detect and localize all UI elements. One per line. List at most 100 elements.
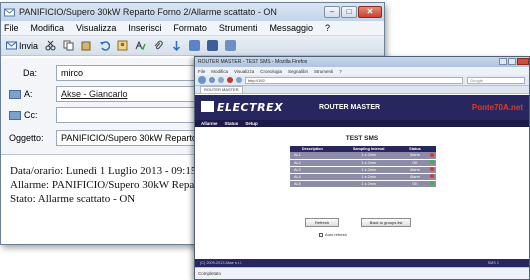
browser-menu-segnalibri[interactable]: Segnalibri: [288, 69, 308, 74]
to-button[interactable]: A:: [9, 89, 33, 99]
row-description: AL5: [290, 180, 335, 188]
undo-button[interactable]: [97, 38, 112, 54]
row-interval: 1 s 2min: [334, 166, 403, 174]
send-button[interactable]: Invia: [4, 38, 40, 54]
browser-close-button[interactable]: [517, 57, 529, 65]
paste-button[interactable]: [79, 38, 94, 54]
encrypt-button[interactable]: [205, 38, 220, 54]
minimize-button[interactable]: –: [324, 6, 340, 18]
forward-icon[interactable]: [209, 77, 215, 83]
stop-icon[interactable]: [227, 77, 233, 83]
sms-table: Description Sampling Interval Status AL1…: [290, 146, 436, 188]
attach-button[interactable]: [151, 38, 166, 54]
email-window-controls: – □ ✕: [323, 6, 382, 18]
browser-menu-visualizza[interactable]: Visualizza: [234, 69, 254, 74]
menu-strumenti[interactable]: Strumenti: [219, 23, 258, 33]
from-field[interactable]: mirco: [56, 65, 196, 81]
site-header-title: ROUTER MASTER: [319, 104, 381, 111]
auto-refresh-checkbox[interactable]: Auto refresh: [319, 232, 347, 237]
back-to-groups-button[interactable]: Back to groups list: [361, 218, 411, 227]
check-names-button[interactable]: [115, 38, 130, 54]
email-app-icon: [4, 8, 15, 16]
cut-button[interactable]: [43, 38, 58, 54]
browser-menu-help[interactable]: ?: [339, 69, 342, 74]
nav-status[interactable]: Status: [225, 121, 239, 126]
nav-allarme[interactable]: Allarme: [201, 121, 218, 126]
site-nav: Allarme Status Setup: [195, 120, 529, 127]
nav-setup[interactable]: Setup: [245, 121, 258, 126]
cc-button[interactable]: Cc:: [9, 110, 38, 120]
browser-nav-bar: http://192. Google: [195, 75, 529, 86]
sign-button[interactable]: [187, 38, 202, 54]
copy-button[interactable]: [61, 38, 76, 54]
priority-button[interactable]: [169, 38, 184, 54]
site-footer: (C) 2009-2013 Akse s.r.l. SMS 1: [195, 259, 529, 267]
footer-copyright: (C) 2009-2013 Akse s.r.l.: [200, 261, 242, 265]
row-indicator: [427, 180, 436, 188]
row-description: AL3: [290, 166, 335, 174]
menu-modifica[interactable]: Modifica: [31, 23, 65, 33]
email-menu-bar: File Modifica Visualizza Inserisci Forma…: [1, 21, 384, 36]
browser-window-controls: [498, 57, 529, 67]
row-description: AL1: [290, 152, 335, 160]
row-interval: 1 s 2min: [334, 152, 403, 160]
row-interval: 1 s 2min: [334, 180, 403, 188]
status-dot-icon: [429, 160, 434, 164]
status-dot-icon: [429, 167, 434, 171]
subject-label: Oggetto:: [9, 133, 44, 143]
address-book-icon: [9, 89, 21, 99]
refresh-button[interactable]: Refresh: [305, 218, 339, 227]
home-icon[interactable]: [236, 77, 242, 83]
back-icon[interactable]: [198, 76, 206, 84]
undo-icon: [100, 41, 111, 51]
menu-inserisci[interactable]: Inserisci: [128, 23, 161, 33]
browser-minimize-button[interactable]: [499, 57, 507, 65]
browser-window-title: ROUTER MASTER - TEST SMS - Mozilla Firef…: [198, 59, 308, 65]
offline-button[interactable]: [223, 38, 238, 54]
row-status: Alarm: [402, 173, 428, 181]
spellcheck-icon: [135, 40, 146, 51]
spelling-button[interactable]: [133, 38, 148, 54]
status-dot-icon: [429, 181, 434, 185]
browser-maximize-button[interactable]: [508, 57, 516, 65]
address-book-icon: [9, 110, 21, 120]
browser-tab[interactable]: ROUTER MASTER: [200, 86, 243, 93]
desktop: PANIFICIO/Supero 30kW Reparto Forno 2/Al…: [0, 0, 530, 280]
table-row: AL2 1 s 2min OK: [290, 159, 436, 167]
row-status: Alarm: [402, 166, 428, 174]
search-box[interactable]: Google: [467, 76, 525, 84]
page-title: TEST SMS: [345, 135, 379, 142]
browser-status-bar: Completato: [195, 267, 529, 279]
address-bar[interactable]: http://192.: [245, 76, 463, 84]
menu-help[interactable]: ?: [325, 23, 330, 33]
menu-visualizza[interactable]: Visualizza: [76, 23, 116, 33]
menu-file[interactable]: File: [4, 23, 19, 33]
row-indicator: [427, 159, 436, 167]
paperclip-icon: [154, 40, 163, 50]
browser-menu-file[interactable]: File: [198, 69, 205, 74]
browser-menu-modifica[interactable]: Modifica: [211, 69, 228, 74]
row-status: OK: [402, 180, 428, 188]
logo-mark-icon: [201, 101, 214, 112]
row-indicator: [427, 152, 436, 160]
certificate-icon: [189, 40, 201, 51]
browser-tab-strip: ROUTER MASTER: [195, 86, 529, 94]
row-interval: 1 s 2min: [334, 173, 403, 181]
close-button[interactable]: ✕: [358, 6, 382, 18]
menu-messaggio[interactable]: Messaggio: [269, 23, 313, 33]
maximize-button[interactable]: □: [341, 6, 357, 18]
row-indicator: [427, 166, 436, 174]
reload-icon[interactable]: [218, 77, 224, 83]
table-row: AL3 1 s 2min Alarm: [290, 166, 436, 174]
row-indicator: [427, 173, 436, 181]
menu-formato[interactable]: Formato: [173, 23, 207, 33]
table-row: AL5 1 s 2min OK: [290, 180, 436, 188]
to-label: A:: [24, 89, 33, 99]
browser-menu-cronologia[interactable]: Cronologia: [260, 69, 282, 74]
browser-menu-strumenti[interactable]: Strumenti: [314, 69, 333, 74]
status-dot-icon: [429, 174, 434, 178]
send-label: Invia: [19, 40, 39, 51]
priority-icon: [172, 41, 181, 51]
email-title-bar[interactable]: PANIFICIO/Supero 30kW Reparto Forno 2/Al…: [1, 3, 384, 21]
browser-title-bar[interactable]: ROUTER MASTER - TEST SMS - Mozilla Firef…: [195, 57, 529, 67]
